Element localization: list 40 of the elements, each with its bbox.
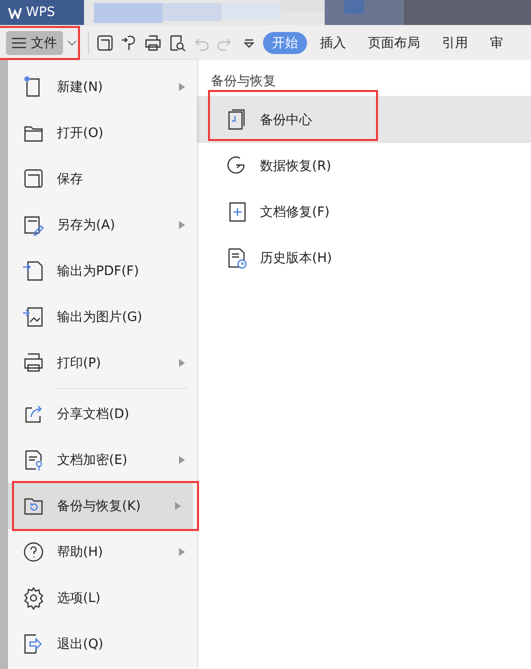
format-painter-icon[interactable] [120, 34, 138, 52]
menu-item[interactable]: 输出为PDF(F) [8, 248, 197, 294]
logo-icon [8, 6, 22, 18]
settings-icon [22, 586, 45, 610]
menu-item[interactable]: 退出(Q) [8, 621, 197, 667]
submenu-arrow-icon [179, 359, 185, 367]
submenu-item[interactable]: 备份中心 [197, 97, 531, 143]
ribbon-tab[interactable]: 插入 [311, 32, 355, 54]
menu-item[interactable]: 新建(N) [8, 64, 197, 110]
menu-item[interactable]: 打印(P) [8, 340, 197, 386]
file-menu-button[interactable]: 文件 [6, 30, 63, 54]
ribbon-tab[interactable]: 页面布局 [359, 32, 429, 54]
help-icon [22, 540, 45, 564]
submenu-arrow-icon [179, 548, 185, 556]
submenu-arrow-icon [179, 456, 185, 464]
submenu-item[interactable]: 数据恢复(R) [197, 143, 531, 189]
submenu-arrow-icon [175, 502, 181, 510]
ribbon-tab[interactable]: 审 [481, 32, 512, 54]
save-icon[interactable] [96, 34, 114, 52]
menu-icon [12, 36, 26, 48]
menu-item[interactable]: 选项(L) [8, 575, 197, 621]
pdf-export-icon [22, 259, 45, 283]
app-tab[interactable]: WPS [0, 0, 84, 25]
printer-icon[interactable] [144, 34, 162, 52]
ribbon-tab[interactable]: 引用 [433, 32, 477, 54]
app-name: WPS [26, 5, 55, 20]
print-preview-icon[interactable] [168, 34, 186, 52]
submenu-arrow-icon [179, 83, 185, 91]
menu-item[interactable]: 输出为图片(G) [8, 294, 197, 340]
submenu-item[interactable]: 历史版本(H) [197, 235, 531, 281]
menu-item[interactable]: 另存为(A) [8, 202, 197, 248]
menu-item[interactable]: 文档加密(E) [8, 437, 197, 483]
menu-item[interactable]: 分享文档(D) [8, 391, 197, 437]
menu-item[interactable]: 保存 [8, 156, 197, 202]
menu-item[interactable]: 备份与恢复(K) [8, 483, 193, 529]
image-export-icon [22, 305, 45, 329]
menu-item[interactable]: 打开(O) [8, 110, 197, 156]
submenu-item[interactable]: 文档修复(F) [197, 189, 531, 235]
menu-item[interactable]: 帮助(H) [8, 529, 197, 575]
submenu-arrow-icon [179, 221, 185, 229]
